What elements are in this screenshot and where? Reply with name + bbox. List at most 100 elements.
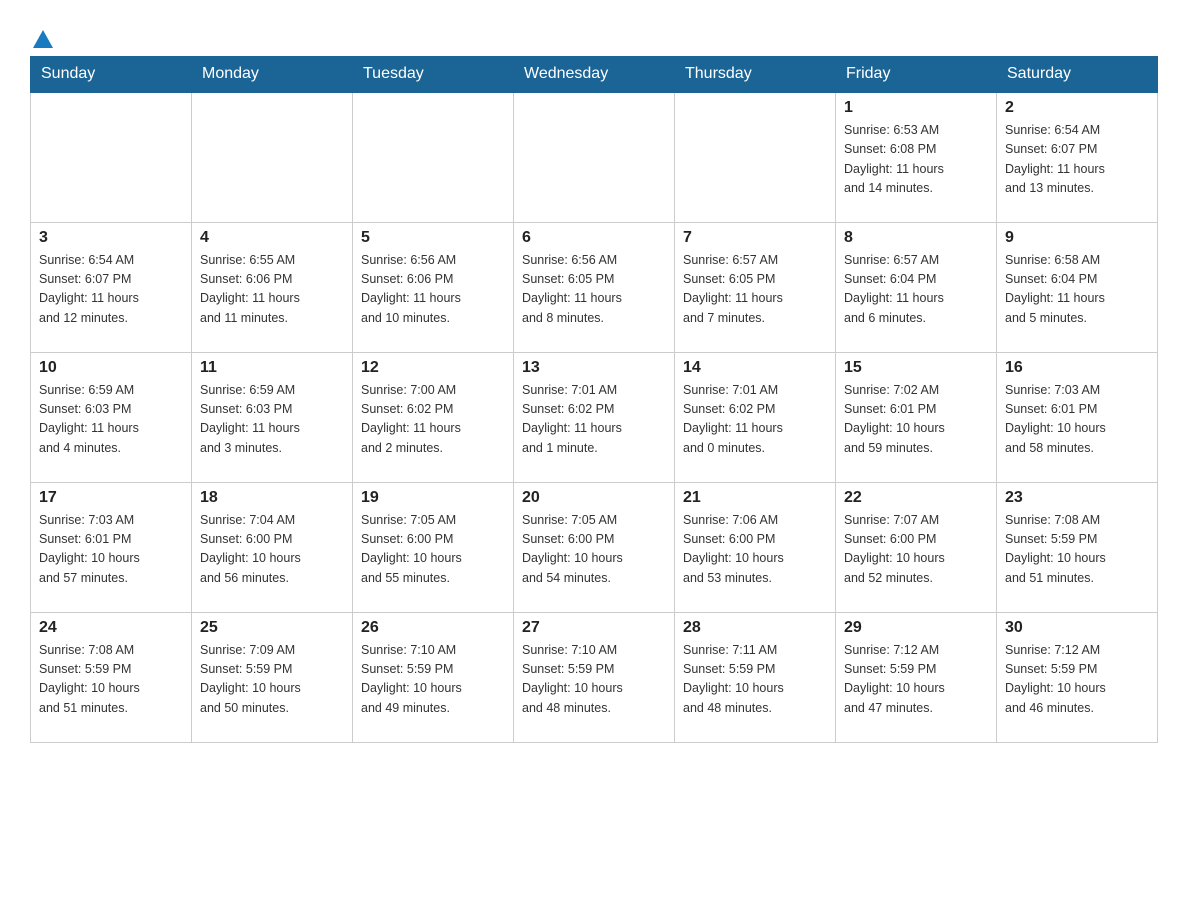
day-info: Sunrise: 6:56 AMSunset: 6:06 PMDaylight:… [361,251,505,329]
calendar-cell: 24 Sunrise: 7:08 AMSunset: 5:59 PMDayligh… [31,612,192,742]
calendar-body: 1 Sunrise: 6:53 AMSunset: 6:08 PMDaylight… [31,92,1158,742]
day-info: Sunrise: 7:06 AMSunset: 6:00 PMDaylight:… [683,511,827,589]
day-info: Sunrise: 7:01 AMSunset: 6:02 PMDaylight:… [522,381,666,459]
day-number: 9 [1005,229,1149,247]
day-number: 16 [1005,359,1149,377]
calendar-cell: 18Sunrise: 7:04 AMSunset: 6:00 PMDayligh… [192,482,353,612]
day-info: Sunrise: 7:03 AMSunset: 6:01 PMDaylight:… [1005,381,1149,459]
calendar-week-row: 17 Sunrise: 7:03 AMSunset: 6:01 PMDayligh… [31,482,1158,612]
day-info: Sunrise: 6:54 AMSunset: 6:07 PMDaylight:… [39,251,183,329]
day-number: 6 [522,229,666,247]
day-info: Sunrise: 6:54 AMSunset: 6:07 PMDaylight:… [1005,121,1149,199]
calendar-cell [192,92,353,222]
day-info: Sunrise: 7:01 AMSunset: 6:02 PMDaylight:… [683,381,827,459]
day-info: Sunrise: 7:08 AMSunset: 5:59 PMDaylight:… [1005,511,1149,589]
calendar-cell: 3 Sunrise: 6:54 AMSunset: 6:07 PMDaylight… [31,222,192,352]
day-info: Sunrise: 7:05 AMSunset: 6:00 PMDaylight:… [522,511,666,589]
day-info: Sunrise: 7:03 AMSunset: 6:01 PMDaylight:… [39,511,183,589]
calendar-cell: 30 Sunrise: 7:12 AMSunset: 5:59 PMDayligh… [997,612,1158,742]
calendar-cell: 23Sunrise: 7:08 AMSunset: 5:59 PMDayligh… [997,482,1158,612]
calendar-cell: 20 Sunrise: 7:05 AMSunset: 6:00 PMDayligh… [514,482,675,612]
calendar-cell: 27Sunrise: 7:10 AMSunset: 5:59 PMDayligh… [514,612,675,742]
day-info: Sunrise: 7:10 AMSunset: 5:59 PMDaylight:… [522,641,666,719]
day-number: 3 [39,229,183,247]
day-number: 17 [39,489,183,507]
day-info: Sunrise: 6:53 AMSunset: 6:08 PMDaylight:… [844,121,988,199]
calendar-week-row: 10 Sunrise: 6:59 AMSunset: 6:03 PMDayligh… [31,352,1158,482]
calendar-cell: 8 Sunrise: 6:57 AMSunset: 6:04 PMDaylight… [836,222,997,352]
day-info: Sunrise: 6:59 AMSunset: 6:03 PMDaylight:… [39,381,183,459]
day-number: 26 [361,619,505,637]
day-info: Sunrise: 7:00 AMSunset: 6:02 PMDaylight:… [361,381,505,459]
day-info: Sunrise: 7:09 AMSunset: 5:59 PMDaylight:… [200,641,344,719]
calendar-cell [514,92,675,222]
weekday-header-saturday: Saturday [997,57,1158,93]
day-number: 19 [361,489,505,507]
calendar-cell: 21Sunrise: 7:06 AMSunset: 6:00 PMDayligh… [675,482,836,612]
day-number: 2 [1005,99,1149,117]
weekday-header-tuesday: Tuesday [353,57,514,93]
logo-triangle-icon [33,30,53,48]
calendar-cell: 25 Sunrise: 7:09 AMSunset: 5:59 PMDayligh… [192,612,353,742]
day-info: Sunrise: 7:02 AMSunset: 6:01 PMDaylight:… [844,381,988,459]
calendar-cell [675,92,836,222]
logo [30,20,53,46]
calendar-cell: 6 Sunrise: 6:56 AMSunset: 6:05 PMDaylight… [514,222,675,352]
day-info: Sunrise: 7:11 AMSunset: 5:59 PMDaylight:… [683,641,827,719]
calendar-cell [353,92,514,222]
calendar-table: SundayMondayTuesdayWednesdayThursdayFrid… [30,56,1158,743]
weekday-header-sunday: Sunday [31,57,192,93]
day-info: Sunrise: 7:12 AMSunset: 5:59 PMDaylight:… [1005,641,1149,719]
day-info: Sunrise: 6:57 AMSunset: 6:04 PMDaylight:… [844,251,988,329]
weekday-header-monday: Monday [192,57,353,93]
day-info: Sunrise: 7:12 AMSunset: 5:59 PMDaylight:… [844,641,988,719]
calendar-cell: 2 Sunrise: 6:54 AMSunset: 6:07 PMDaylight… [997,92,1158,222]
weekday-header-wednesday: Wednesday [514,57,675,93]
day-number: 28 [683,619,827,637]
calendar-cell: 19 Sunrise: 7:05 AMSunset: 6:00 PMDayligh… [353,482,514,612]
day-info: Sunrise: 7:07 AMSunset: 6:00 PMDaylight:… [844,511,988,589]
day-number: 8 [844,229,988,247]
day-number: 25 [200,619,344,637]
calendar-cell: 15Sunrise: 7:02 AMSunset: 6:01 PMDayligh… [836,352,997,482]
day-info: Sunrise: 6:55 AMSunset: 6:06 PMDaylight:… [200,251,344,329]
calendar-cell: 28 Sunrise: 7:11 AMSunset: 5:59 PMDayligh… [675,612,836,742]
calendar-cell: 7 Sunrise: 6:57 AMSunset: 6:05 PMDaylight… [675,222,836,352]
day-number: 1 [844,99,988,117]
calendar-cell: 12 Sunrise: 7:00 AMSunset: 6:02 PMDayligh… [353,352,514,482]
day-number: 20 [522,489,666,507]
calendar-week-row: 1 Sunrise: 6:53 AMSunset: 6:08 PMDaylight… [31,92,1158,222]
day-number: 30 [1005,619,1149,637]
day-number: 24 [39,619,183,637]
calendar-cell: 16 Sunrise: 7:03 AMSunset: 6:01 PMDayligh… [997,352,1158,482]
calendar-cell [31,92,192,222]
day-number: 4 [200,229,344,247]
weekday-header-friday: Friday [836,57,997,93]
calendar-cell: 26 Sunrise: 7:10 AMSunset: 5:59 PMDayligh… [353,612,514,742]
calendar-cell: 29 Sunrise: 7:12 AMSunset: 5:59 PMDayligh… [836,612,997,742]
day-number: 18 [200,489,344,507]
calendar-cell: 17 Sunrise: 7:03 AMSunset: 6:01 PMDayligh… [31,482,192,612]
day-number: 10 [39,359,183,377]
header [30,20,1158,46]
day-number: 13 [522,359,666,377]
day-number: 14 [683,359,827,377]
day-info: Sunrise: 7:05 AMSunset: 6:00 PMDaylight:… [361,511,505,589]
day-info: Sunrise: 7:10 AMSunset: 5:59 PMDaylight:… [361,641,505,719]
calendar-cell: 11Sunrise: 6:59 AMSunset: 6:03 PMDayligh… [192,352,353,482]
weekday-header-thursday: Thursday [675,57,836,93]
day-info: Sunrise: 6:59 AMSunset: 6:03 PMDaylight:… [200,381,344,459]
calendar-week-row: 24 Sunrise: 7:08 AMSunset: 5:59 PMDayligh… [31,612,1158,742]
day-number: 5 [361,229,505,247]
day-number: 29 [844,619,988,637]
day-number: 22 [844,489,988,507]
day-info: Sunrise: 6:57 AMSunset: 6:05 PMDaylight:… [683,251,827,329]
day-info: Sunrise: 6:58 AMSunset: 6:04 PMDaylight:… [1005,251,1149,329]
day-info: Sunrise: 6:56 AMSunset: 6:05 PMDaylight:… [522,251,666,329]
day-number: 12 [361,359,505,377]
day-number: 7 [683,229,827,247]
calendar-cell: 22 Sunrise: 7:07 AMSunset: 6:00 PMDayligh… [836,482,997,612]
day-info: Sunrise: 7:08 AMSunset: 5:59 PMDaylight:… [39,641,183,719]
calendar-cell: 13 Sunrise: 7:01 AMSunset: 6:02 PMDayligh… [514,352,675,482]
calendar-cell: 4 Sunrise: 6:55 AMSunset: 6:06 PMDaylight… [192,222,353,352]
